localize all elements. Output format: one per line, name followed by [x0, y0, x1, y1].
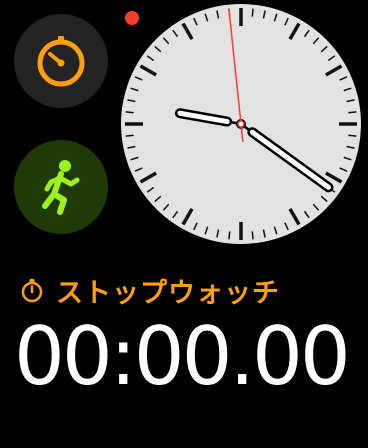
running-figure-icon — [42, 160, 80, 215]
timer-icon — [37, 36, 85, 87]
minute-tick — [348, 134, 357, 137]
timer-complication[interactable] — [14, 14, 108, 108]
stopwatch-complication[interactable]: ストップウォッチ — [18, 270, 280, 310]
minute-tick — [125, 111, 134, 114]
minute-tick — [228, 231, 231, 240]
minute-tick — [125, 134, 134, 137]
minute-tick — [348, 111, 357, 114]
stopwatch-label: ストップウォッチ — [56, 277, 280, 309]
workout-complication[interactable] — [14, 140, 108, 234]
second-hand-hub — [237, 120, 245, 128]
stopwatch-icon — [21, 279, 43, 303]
minute-tick — [251, 8, 254, 17]
analog-clock[interactable] — [120, 0, 364, 248]
minute-tick — [251, 231, 254, 240]
stopwatch-time: 00:00.00 — [14, 310, 351, 403]
watch-screen: { "complications": { "timer": { "icon": … — [0, 0, 368, 448]
